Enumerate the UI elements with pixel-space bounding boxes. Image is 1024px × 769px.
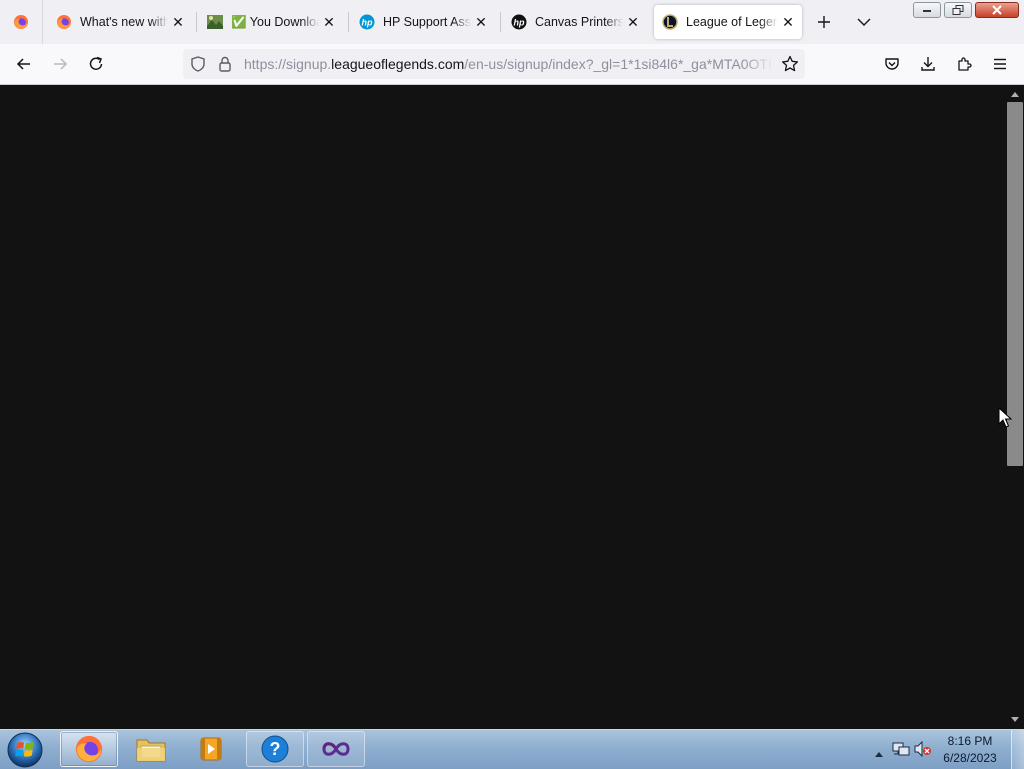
media-player-icon	[200, 737, 222, 761]
taskbar-help-button[interactable]: ?	[246, 731, 304, 767]
tab-strip: What's new with Firefox ✕ ✅ You Download…	[0, 0, 1024, 44]
app-menu-button[interactable]	[986, 50, 1014, 78]
tab-league-of-legends[interactable]: League of Legends ✕	[654, 5, 802, 39]
url-host: leagueoflegends.com	[331, 56, 465, 72]
extensions-button[interactable]	[950, 50, 978, 78]
firefox-icon	[14, 15, 28, 29]
forward-button[interactable]	[46, 50, 74, 78]
plus-icon	[818, 16, 830, 28]
close-tab-icon[interactable]: ✕	[319, 12, 339, 32]
clock-time: 8:16 PM	[947, 734, 993, 748]
tab-title: League of Legends	[686, 15, 778, 29]
close-tab-icon[interactable]: ✕	[471, 12, 491, 32]
navigation-toolbar: https://signup.leagueoflegends.com/en-us…	[0, 44, 1024, 85]
pocket-button[interactable]	[878, 50, 906, 78]
url-text[interactable]: https://signup.leagueoflegends.com/en-us…	[244, 56, 774, 72]
restore-icon	[952, 5, 964, 15]
forward-arrow-icon	[54, 58, 68, 70]
help-icon: ?	[261, 735, 289, 763]
close-tab-icon[interactable]: ✕	[623, 12, 643, 32]
lock-icon[interactable]	[218, 56, 232, 77]
reload-button[interactable]	[82, 50, 110, 78]
network-icon[interactable]	[892, 741, 910, 762]
taskbar-file-explorer-button[interactable]	[122, 731, 180, 767]
tab-hp-support-assistant[interactable]: hp HP Support Assistant ✕	[351, 5, 495, 39]
windows-taskbar: ? 8:16 PM 6/28/2023	[0, 729, 1024, 769]
firefox-view-button[interactable]	[0, 0, 43, 44]
address-bar[interactable]: https://signup.leagueoflegends.com/en-us…	[183, 49, 805, 79]
chevron-down-icon	[857, 18, 871, 26]
window-controls	[913, 2, 1019, 18]
ccleaner-icon	[207, 14, 223, 30]
system-tray: 8:16 PM 6/28/2023	[864, 730, 1024, 769]
tab-separator	[500, 12, 501, 32]
url-path: /en-us/signup/index?_gl=1*1si84l6*_ga*MT…	[464, 56, 774, 72]
tab-title: What's new with Firefox	[80, 15, 168, 29]
firefox-icon	[75, 735, 103, 763]
svg-text:hp: hp	[514, 18, 525, 28]
downloads-button[interactable]	[914, 50, 942, 78]
minimize-icon	[923, 10, 931, 12]
windows-start-orb-icon	[7, 732, 43, 768]
svg-text:?: ?	[270, 739, 281, 759]
tab-whats-new-firefox[interactable]: What's new with Firefox ✕	[48, 5, 192, 39]
start-button[interactable]	[5, 731, 45, 769]
minimize-button[interactable]	[913, 2, 941, 18]
tab-separator	[348, 12, 349, 32]
hamburger-menu-icon	[994, 58, 1006, 70]
new-tab-button[interactable]	[810, 8, 838, 36]
bookmark-star-icon[interactable]	[781, 55, 799, 78]
tab-separator	[196, 12, 197, 32]
tab-you-downloaded-ccleaner[interactable]: ✅ You Downloaded CCleaner ✕	[199, 5, 343, 39]
taskbar-media-player-button[interactable]	[182, 731, 240, 767]
page-content[interactable]	[0, 85, 1024, 729]
pocket-icon	[885, 58, 899, 70]
firefox-icon	[56, 14, 72, 30]
scroll-up-arrow-icon[interactable]	[1010, 89, 1020, 99]
puzzle-piece-icon	[958, 57, 972, 71]
url-prefix: https://signup.	[244, 56, 332, 72]
mouse-cursor-icon	[998, 406, 1013, 434]
close-tab-icon[interactable]: ✕	[168, 12, 188, 32]
clock-date: 6/28/2023	[943, 751, 997, 765]
list-all-tabs-button[interactable]	[850, 8, 878, 36]
svg-text:hp: hp	[362, 18, 373, 28]
tab-title: ✅ You Downloaded CCleaner	[231, 14, 319, 29]
close-tab-icon[interactable]: ✕	[778, 12, 798, 32]
restore-button[interactable]	[944, 2, 972, 18]
hp-logo-icon: hp	[359, 14, 375, 30]
volume-muted-icon[interactable]	[914, 740, 932, 762]
league-icon	[662, 14, 678, 30]
taskbar-firefox-button[interactable]	[60, 731, 118, 767]
tab-canvas-printers-hp[interactable]: hp Canvas Printers - HP ✕	[503, 5, 647, 39]
show-desktop-button[interactable]	[1011, 730, 1024, 769]
file-explorer-icon	[136, 739, 166, 762]
close-window-button[interactable]	[975, 2, 1019, 18]
taskbar-clock[interactable]: 8:16 PM 6/28/2023	[934, 733, 1006, 767]
taskbar-visual-studio-button[interactable]	[307, 731, 365, 767]
hp-logo-icon: hp	[511, 14, 527, 30]
tracking-protection-shield-icon[interactable]	[190, 56, 206, 77]
show-hidden-icons-arrow-icon[interactable]	[875, 744, 883, 762]
back-button[interactable]	[10, 50, 38, 78]
tab-title: Canvas Printers - HP	[535, 15, 623, 29]
scroll-down-arrow-icon[interactable]	[1010, 715, 1020, 725]
back-arrow-icon	[16, 58, 30, 70]
visual-studio-icon	[322, 742, 350, 756]
download-icon	[921, 57, 935, 71]
reload-icon	[89, 56, 103, 70]
tab-title: HP Support Assistant	[383, 15, 471, 29]
close-icon	[992, 5, 1002, 15]
